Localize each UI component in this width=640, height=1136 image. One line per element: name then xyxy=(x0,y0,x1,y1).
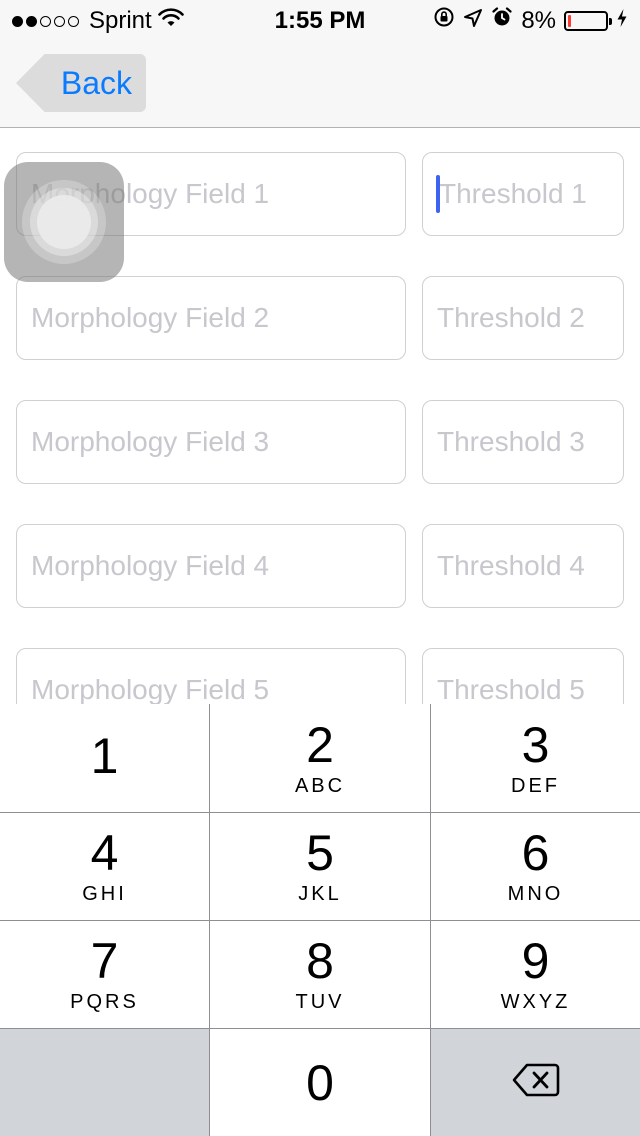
key-digit: 9 xyxy=(521,933,550,989)
threshold-field-4[interactable]: Threshold 4 xyxy=(422,524,624,608)
rotation-lock-icon xyxy=(433,6,455,35)
form-row: Morphology Field 4 Threshold 4 xyxy=(0,524,640,608)
threshold-field-2[interactable]: Threshold 2 xyxy=(422,276,624,360)
text-cursor xyxy=(436,175,440,213)
morphology-field-3[interactable]: Morphology Field 3 xyxy=(16,400,406,484)
key-letters: JKL xyxy=(298,883,342,905)
key-letters: DEF xyxy=(511,774,560,797)
key-digit: 5 xyxy=(306,825,334,881)
morphology-field-4[interactable]: Morphology Field 4 xyxy=(16,524,406,608)
key-3[interactable]: 3 DEF xyxy=(431,704,640,812)
numeric-keypad: 1 2 ABC 3 DEF 4 GHI 5 JKL 6 MNO 7 PQRS 8 xyxy=(0,704,640,1136)
key-digit: 4 xyxy=(90,825,119,881)
form-row: Morphology Field 3 Threshold 3 xyxy=(0,400,640,484)
key-digit: 2 xyxy=(306,716,334,773)
threshold-1-placeholder: Threshold 1 xyxy=(439,178,587,209)
key-digit: 1 xyxy=(90,728,119,784)
morphology-field-2[interactable]: Morphology Field 2 xyxy=(16,276,406,360)
status-bar: Sprint 1:55 PM 8% xyxy=(0,0,640,40)
key-letters: GHI xyxy=(82,883,127,905)
navigation-bar: Back xyxy=(0,40,640,128)
key-digit: 3 xyxy=(521,716,550,773)
key-letters: WXYZ xyxy=(500,991,571,1013)
key-8[interactable]: 8 TUV xyxy=(210,920,431,1028)
key-1[interactable]: 1 xyxy=(0,704,210,812)
battery-icon xyxy=(564,10,612,31)
location-arrow-icon xyxy=(463,7,483,35)
form-row: Morphology Field 2 Threshold 2 xyxy=(0,276,640,360)
screen: Sprint 1:55 PM 8% Back Morphology Field … xyxy=(0,0,640,1136)
key-6[interactable]: 6 MNO xyxy=(431,812,640,920)
key-blank xyxy=(0,1028,210,1136)
wifi-icon xyxy=(157,7,184,35)
morphology-field-5[interactable]: Morphology Field 5 xyxy=(16,648,406,704)
key-4[interactable]: 4 GHI xyxy=(0,812,210,920)
key-digit: 0 xyxy=(306,1054,334,1111)
key-letters: ABC xyxy=(294,774,346,797)
key-digit: 7 xyxy=(90,933,119,989)
key-0[interactable]: 0 xyxy=(210,1028,431,1136)
key-9[interactable]: 9 WXYZ xyxy=(431,920,640,1028)
carrier-name: Sprint xyxy=(89,7,152,34)
key-letters: MNO xyxy=(507,883,564,905)
key-digit: 6 xyxy=(521,825,550,881)
signal-strength-icon xyxy=(12,15,79,27)
battery-percent: 8% xyxy=(521,6,556,34)
battery-level-fill xyxy=(568,14,571,27)
threshold-field-5[interactable]: Threshold 5 xyxy=(422,648,624,704)
key-7[interactable]: 7 PQRS xyxy=(0,920,210,1028)
charging-bolt-icon xyxy=(616,7,628,35)
delete-key[interactable] xyxy=(431,1028,640,1136)
backspace-icon xyxy=(512,1062,560,1103)
key-letters: PQRS xyxy=(70,991,139,1013)
assistive-touch-button[interactable] xyxy=(4,162,124,282)
threshold-field-1[interactable]: Threshold 1 xyxy=(422,152,624,236)
alarm-icon xyxy=(491,6,513,35)
key-5[interactable]: 5 JKL xyxy=(210,812,431,920)
key-2[interactable]: 2 ABC xyxy=(210,704,431,812)
threshold-field-3[interactable]: Threshold 3 xyxy=(422,400,624,484)
assistive-touch-icon xyxy=(37,195,91,249)
key-digit: 8 xyxy=(306,933,334,989)
form-row: Morphology Field 5 Threshold 5 xyxy=(0,648,640,704)
back-button[interactable]: Back xyxy=(16,54,146,112)
key-letters: TUV xyxy=(295,991,345,1013)
